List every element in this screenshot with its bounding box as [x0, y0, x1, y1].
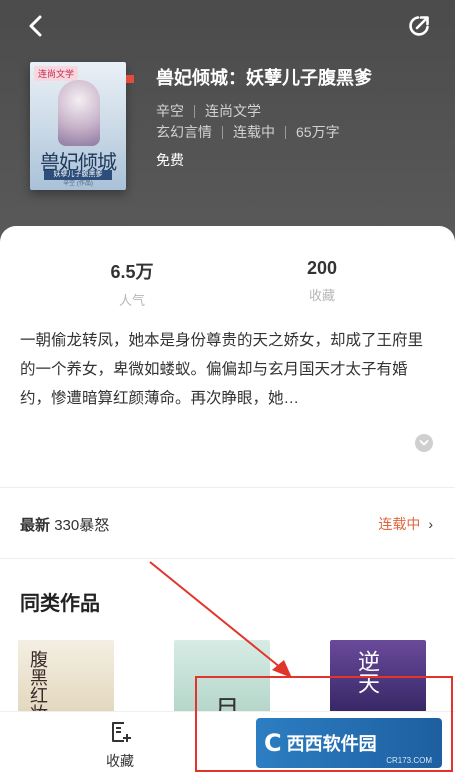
- watermark-text: 西西软件园: [286, 734, 377, 754]
- popularity-value: 6.5万: [110, 262, 154, 282]
- watermark-symbol: C: [264, 729, 282, 757]
- favorites-stat: 200 收藏: [262, 258, 382, 304]
- favorites-label: 收藏: [308, 288, 335, 303]
- chevron-down-icon: [419, 440, 429, 446]
- meta-separator: [222, 125, 223, 139]
- cover-ribbon: [126, 75, 134, 83]
- book-title: 兽妃倾城：妖孽儿子腹黑爹: [156, 68, 372, 88]
- cover-illustration: [58, 80, 100, 146]
- latest-chapter[interactable]: 最新 330暴怒: [20, 514, 109, 535]
- share-button[interactable]: [405, 12, 433, 40]
- add-to-shelf-button[interactable]: 收藏: [92, 720, 148, 771]
- serial-status: 连载中: [233, 124, 275, 140]
- genre: 玄幻言情: [156, 124, 212, 140]
- book-header: 连尚文学 兽妃倾城 妖孽儿子腹黑爹 辛空 (作品) 兽妃倾城：妖孽儿子腹黑爹 辛…: [0, 0, 455, 250]
- back-button[interactable]: [22, 12, 50, 40]
- price-label: 免费: [156, 152, 184, 168]
- book-meta-info: 玄幻言情 连载中 65万字: [156, 122, 340, 142]
- meta-separator: [194, 104, 195, 118]
- author-name[interactable]: 辛空: [156, 101, 184, 121]
- popularity-stat: 6.5万 人气: [72, 258, 192, 309]
- divider: [0, 558, 455, 559]
- watermark-url: CR173.COM: [386, 756, 432, 765]
- book-meta-author: 辛空 连尚文学: [156, 101, 261, 121]
- cover-author: 辛空 (作品): [63, 181, 93, 187]
- publisher-name: 连尚文学: [205, 103, 261, 119]
- add-to-shelf-icon: [112, 722, 131, 742]
- favorites-value: 200: [306, 258, 338, 278]
- latest-label: 最新: [20, 517, 51, 534]
- expand-description-button[interactable]: [415, 434, 433, 452]
- similar-books-title: 同类作品: [20, 593, 100, 615]
- serial-status-link[interactable]: 连载中 ›: [378, 514, 433, 534]
- latest-chapter-title: 330暴怒: [54, 517, 110, 534]
- book-description[interactable]: 一朝偷龙转凤，她本是身份尊贵的天之娇女，却成了王府里的一个养女，卑微如蝼蚁。偏偏…: [20, 326, 435, 413]
- popularity-label: 人气: [118, 293, 145, 308]
- divider: [0, 487, 455, 488]
- back-arrow-icon: [29, 15, 42, 37]
- share-icon: [409, 16, 429, 36]
- serial-status-text: 连载中: [378, 516, 421, 532]
- meta-separator: [285, 125, 286, 139]
- chevron-right-icon: ›: [428, 516, 433, 532]
- favorite-label: 收藏: [106, 753, 134, 769]
- watermark-logo: C 西西软件园 CR173.COM: [256, 718, 442, 768]
- word-count: 65万字: [296, 124, 340, 140]
- book-cover[interactable]: 连尚文学 兽妃倾城 妖孽儿子腹黑爹 辛空 (作品): [30, 62, 126, 190]
- cover-tag: 连尚文学: [34, 66, 79, 81]
